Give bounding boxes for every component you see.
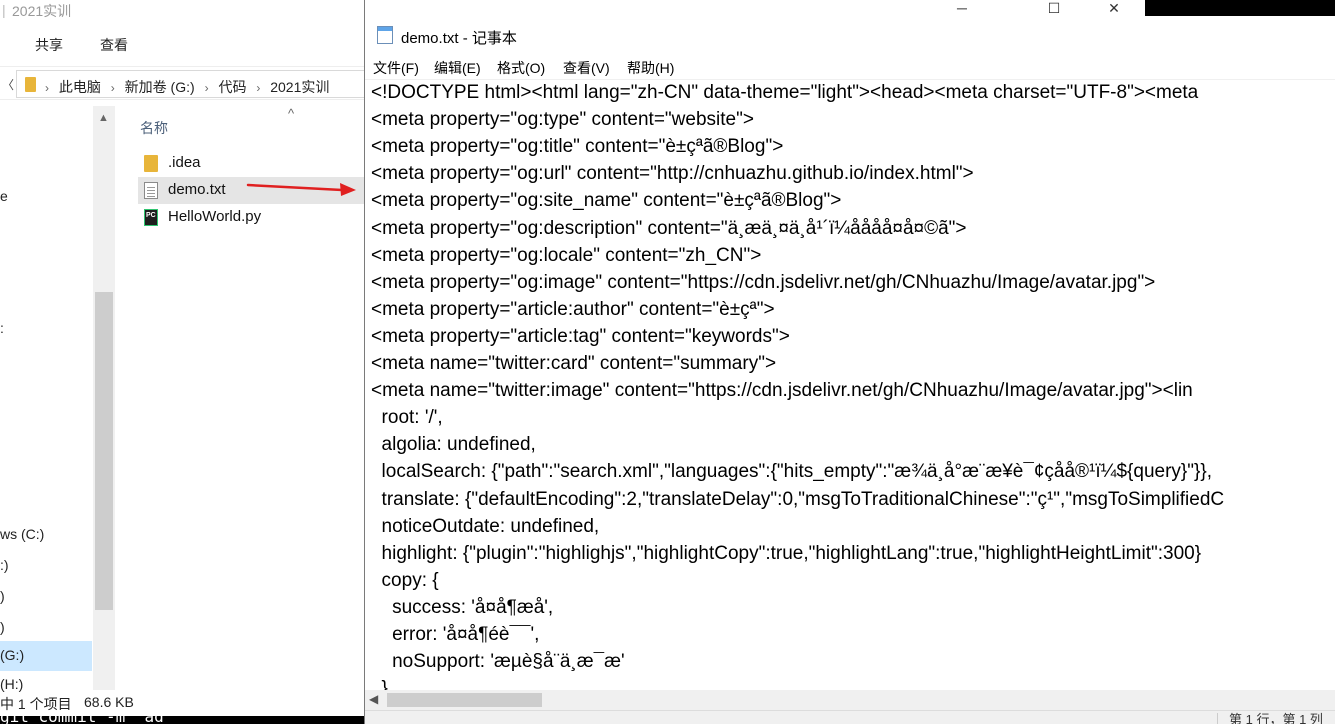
breadcrumb-2021-training[interactable]: 2021实训	[270, 79, 329, 95]
text-line: highlight: {"plugin":"highlighjs","highl…	[371, 542, 1202, 564]
chevron-right-icon: ›	[45, 81, 49, 95]
file-name: .idea	[168, 154, 201, 171]
menu-bar: 文件(F) 编辑(E) 格式(O) 查看(V) 帮助(H)	[365, 54, 1335, 78]
file-explorer-window: | 2021实训 共享 查看 〈 › 此电脑 › 新加卷 (G:) › 代码 ›…	[0, 0, 365, 724]
file-name: HelloWorld.py	[168, 208, 262, 225]
breadcrumb: › 此电脑 › 新加卷 (G:) › 代码 › 2021实训	[45, 77, 335, 97]
text-line: }	[371, 678, 388, 690]
text-line: <meta name="twitter:card" content="summa…	[371, 353, 777, 374]
text-line: <meta property="og:locale" content="zh_C…	[371, 244, 762, 266]
file-row-idea[interactable]: .idea	[138, 150, 365, 177]
column-header-name[interactable]: 名称	[140, 118, 168, 138]
text-file-icon	[144, 182, 158, 199]
address-bar-row: 〈 › 此电脑 › 新加卷 (G:) › 代码 › 2021实训	[0, 66, 365, 100]
background-window-edge	[1145, 0, 1335, 16]
text-line: noticeOutdate: undefined,	[371, 515, 600, 537]
notepad-title-bar[interactable]: demo.txt - 记事本	[365, 0, 1145, 54]
text-line: success: 'å¤å¶æå',	[371, 596, 554, 618]
menu-view[interactable]: 查看(V)	[563, 58, 610, 78]
menu-help[interactable]: 帮助(H)	[627, 58, 674, 78]
folder-icon	[25, 77, 36, 92]
text-line: <meta property="og:type" content="websit…	[371, 109, 754, 131]
desktop: | 2021实训 共享 查看 〈 › 此电脑 › 新加卷 (G:) › 代码 ›…	[0, 0, 1335, 724]
explorer-ribbon-tabs: 共享 查看	[0, 26, 365, 60]
terminal-strip: git commit -m "ad	[0, 716, 365, 724]
nav-item-drive[interactable]: )	[0, 619, 5, 635]
ribbon-tab-share[interactable]: 共享	[35, 35, 63, 55]
text-line: translate: {"defaultEncoding":2,"transla…	[371, 488, 1225, 510]
chevron-right-icon: ›	[110, 81, 115, 95]
chevron-right-icon: ›	[256, 81, 261, 95]
text-line: <meta property="og:description" content=…	[371, 217, 967, 239]
notepad-icon	[377, 26, 393, 44]
nav-back-chevron-icon[interactable]: 〈	[2, 76, 14, 93]
menu-edit[interactable]: 编辑(E)	[434, 58, 481, 78]
breadcrumb-code[interactable]: 代码	[218, 79, 246, 95]
menu-format[interactable]: 格式(O)	[497, 58, 545, 78]
cursor-position: 第 1 行，第 1 列	[1229, 712, 1323, 724]
scroll-left-arrow-icon[interactable]: ◀	[369, 692, 378, 706]
status-selection-size: 68.6 KB	[84, 694, 134, 710]
explorer-status-bar: 中 1 个项目 68.6 KB	[0, 690, 365, 716]
menu-file[interactable]: 文件(F)	[373, 58, 419, 78]
text-line: <meta property="article:tag" content="ke…	[371, 325, 790, 347]
status-selection-count: 中 1 个项目	[0, 696, 72, 712]
notepad-window: demo.txt - 记事本 ─ ☐ ✕ 文件(F) 编辑(E) 格式(O) 查…	[364, 0, 1335, 724]
nav-item-partial[interactable]: :	[0, 320, 4, 336]
pycharm-file-icon	[144, 209, 158, 226]
nav-item-drive[interactable]: )	[0, 588, 5, 604]
text-line: algolia: undefined,	[371, 434, 536, 456]
folder-icon	[144, 155, 158, 172]
horizontal-scrollbar[interactable]: ◀	[365, 690, 1335, 710]
text-line: localSearch: {"path":"search.xml","langu…	[371, 461, 1212, 483]
notepad-status-bar: 第 1 行，第 1 列	[365, 710, 1335, 724]
text-line: copy: {	[371, 569, 439, 591]
red-arrow-annotation-icon	[246, 183, 356, 196]
window-title: demo.txt - 记事本	[401, 30, 517, 47]
explorer-title: 2021实训	[12, 3, 72, 19]
explorer-title-bar: | 2021实训	[0, 0, 365, 22]
text-line: <meta property="og:image" content="https…	[371, 271, 1156, 293]
text-line: <meta name="twitter:image" content="http…	[371, 380, 1193, 402]
status-divider	[1217, 713, 1218, 724]
text-line: <meta property="article:author" content=…	[371, 298, 775, 320]
file-row-helloworld-py[interactable]: HelloWorld.py	[138, 204, 365, 231]
text-line: error: 'å¤å¶éè¯¯',	[371, 624, 540, 645]
close-button[interactable]: ✕	[1091, 0, 1137, 18]
breadcrumb-this-pc[interactable]: 此电脑	[59, 79, 101, 95]
scrollbar-thumb[interactable]	[95, 292, 113, 610]
file-name: demo.txt	[168, 181, 226, 198]
text-line: <meta property="og:url" content="http://…	[371, 163, 974, 185]
maximize-button[interactable]: ☐	[1031, 0, 1077, 18]
nav-item-drive-g-selected[interactable]: (G:)	[0, 641, 92, 671]
ribbon-tab-view[interactable]: 查看	[100, 35, 128, 55]
scrollbar-thumb[interactable]	[387, 693, 542, 707]
chevron-right-icon: ›	[204, 81, 209, 95]
text-line: <!DOCTYPE html><html lang="zh-CN" data-t…	[371, 82, 1199, 103]
sort-ascending-icon: ^	[288, 106, 295, 121]
text-line: noSupport: 'æµè§å¨ä¸æ¯æ'	[371, 651, 625, 673]
nav-item-drive[interactable]: :)	[0, 557, 9, 573]
breadcrumb-drive-g[interactable]: 新加卷 (G:)	[125, 79, 195, 95]
minimize-button[interactable]: ─	[939, 0, 985, 18]
text-editor-area[interactable]: <!DOCTYPE html><html lang="zh-CN" data-t…	[365, 79, 1335, 690]
nav-item-drive-c[interactable]: ws (C:)	[0, 526, 44, 542]
text-line: <meta property="og:site_name" content="è…	[371, 190, 842, 212]
terminal-text: git commit -m "ad	[0, 716, 164, 724]
nav-item-partial[interactable]: e	[0, 188, 8, 204]
address-bar[interactable]: › 此电脑 › 新加卷 (G:) › 代码 › 2021实训	[16, 70, 365, 98]
nav-item-label: (G:)	[0, 647, 25, 663]
text-line: root: '/',	[371, 407, 443, 429]
scroll-up-arrow-icon[interactable]: ▲	[98, 112, 109, 124]
text-line: <meta property="og:title" content="è±çªã…	[371, 136, 784, 158]
nav-pane-scrollbar[interactable]: ▲	[93, 106, 115, 690]
title-separator: |	[2, 2, 6, 18]
